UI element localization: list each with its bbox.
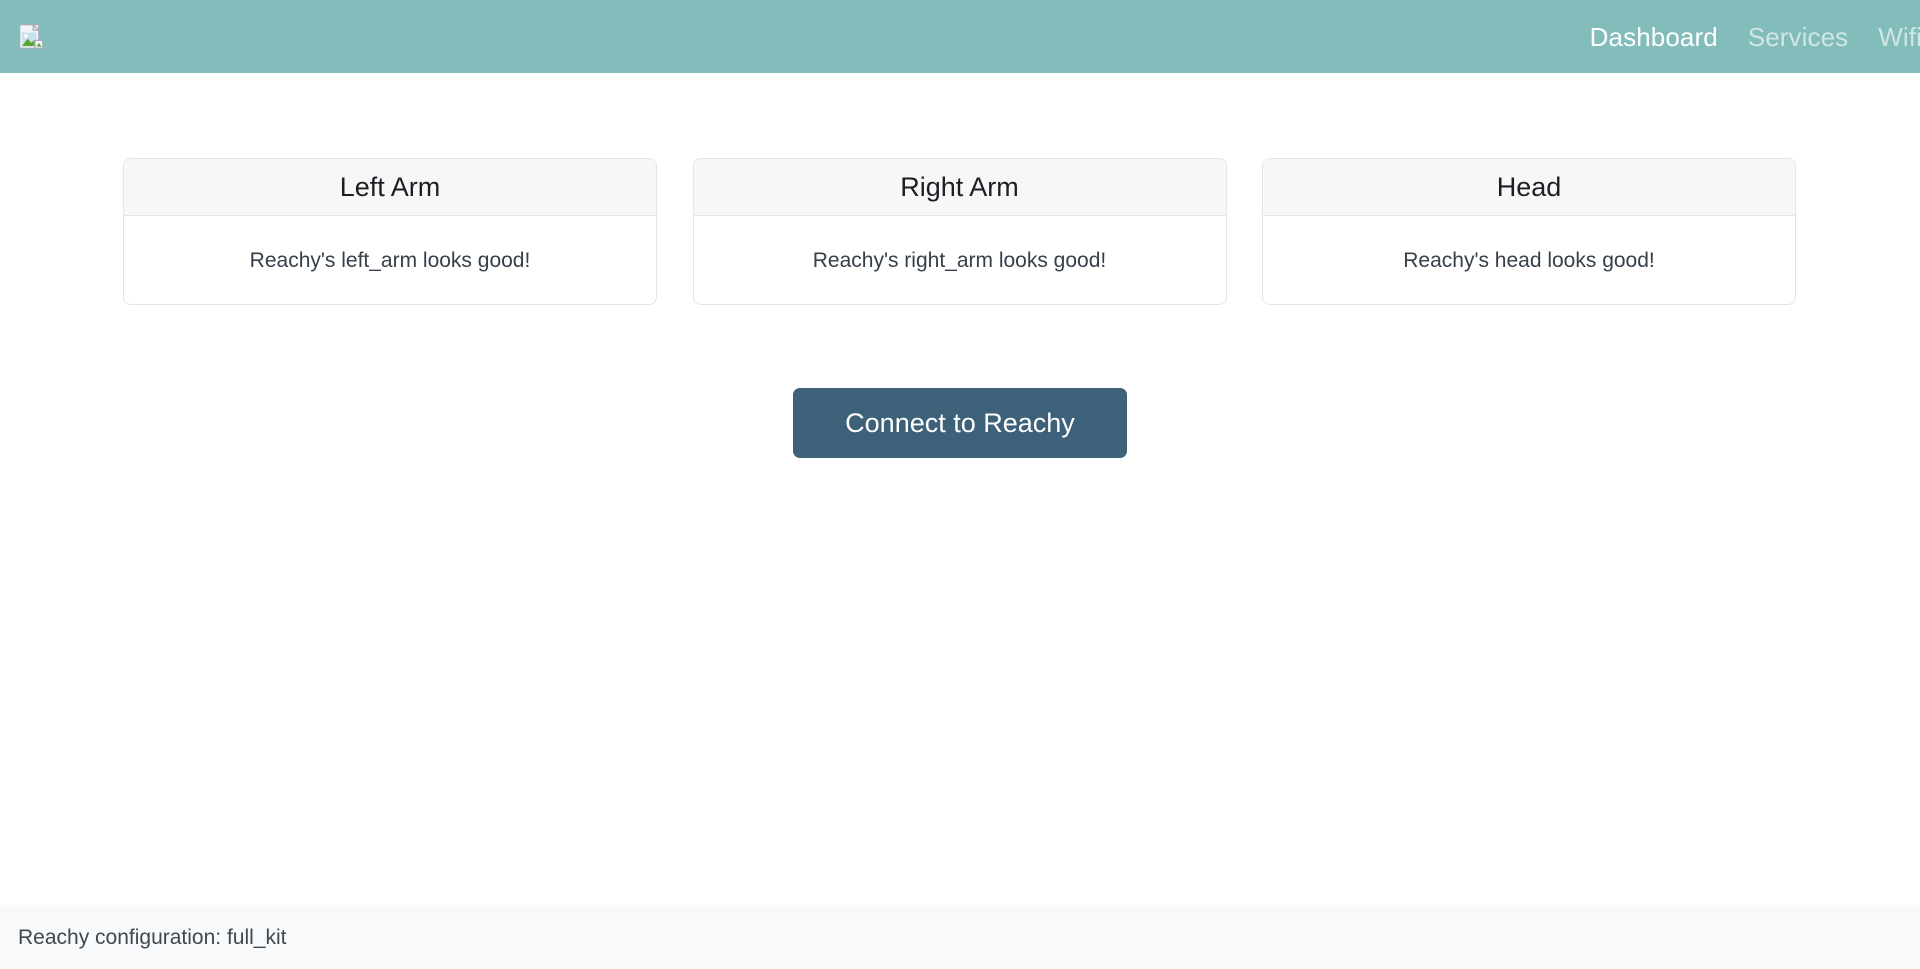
card-header-right-arm: Right Arm [693, 159, 1226, 216]
connect-to-reachy-button[interactable]: Connect to Reachy [793, 388, 1127, 458]
navbar-links: Dashboard Services Wifi [1590, 24, 1920, 50]
card-title-right-arm: Right Arm [900, 171, 1019, 202]
broken-image-icon [19, 23, 44, 49]
reachy-configuration-text: Reachy configuration: full_kit [18, 925, 287, 949]
status-cards-row: Left Arm Reachy's left_arm looks good! R… [123, 158, 1796, 305]
nav-link-wifi[interactable]: Wifi [1878, 24, 1920, 50]
card-message-left-arm: Reachy's left_arm looks good! [249, 248, 531, 272]
status-card-right-arm: Right Arm Reachy's right_arm looks good! [692, 158, 1227, 305]
card-body-right-arm: Reachy's right_arm looks good! [694, 216, 1226, 304]
card-title-left-arm: Left Arm [339, 171, 441, 202]
status-card-left-arm: Left Arm Reachy's left_arm looks good! [123, 158, 657, 305]
main-content: Left Arm Reachy's left_arm looks good! R… [0, 73, 1920, 905]
nav-link-services[interactable]: Services [1748, 24, 1849, 50]
connect-button-container: Connect to Reachy [0, 388, 1920, 458]
card-header-left-arm: Left Arm [124, 159, 656, 216]
card-body-head: Reachy's head looks good! [1263, 216, 1795, 304]
card-message-right-arm: Reachy's right_arm looks good! [812, 248, 1107, 272]
card-title-head: Head [1496, 171, 1562, 202]
brand-logo-link[interactable] [18, 23, 45, 50]
status-card-head: Head Reachy's head looks good! [1262, 158, 1796, 305]
card-body-left-arm: Reachy's left_arm looks good! [124, 216, 656, 304]
card-header-head: Head [1263, 159, 1795, 216]
card-message-head: Reachy's head looks good! [1403, 248, 1655, 272]
nav-link-dashboard[interactable]: Dashboard [1590, 24, 1718, 50]
page-footer: Reachy configuration: full_kit [0, 905, 1920, 969]
top-navbar: Dashboard Services Wifi [0, 0, 1920, 73]
